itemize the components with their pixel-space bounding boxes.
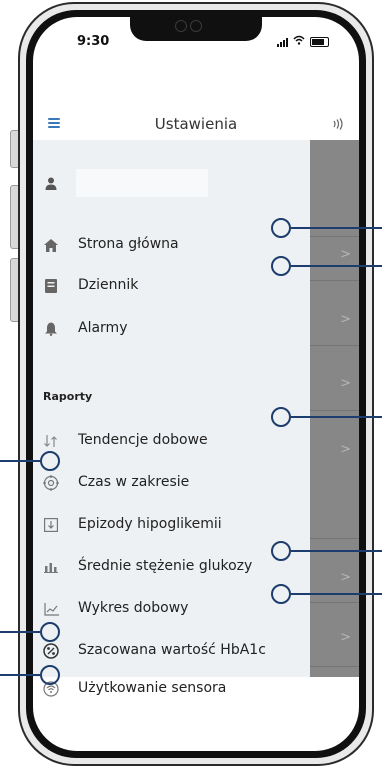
menu-item-daily-trends[interactable]: Tendencje dobowe xyxy=(33,426,310,456)
menu-item-sensor-usage-label: Użytkowanie sensora xyxy=(78,680,227,696)
home-icon xyxy=(43,237,59,253)
bell-icon xyxy=(43,321,59,337)
menu-item-time-in-range-label: Czas w zakresie xyxy=(78,474,190,490)
menu-item-daily-graph-label: Wykres dobowy xyxy=(78,600,189,616)
menu-item-estimated-hba1c[interactable]: Szacowana wartość HbA1c xyxy=(33,636,310,666)
logbook-icon xyxy=(43,278,59,294)
overlay-divider xyxy=(310,538,359,539)
user-name-field xyxy=(76,169,208,197)
camera-icon xyxy=(175,20,187,32)
chevron-right-icon: > xyxy=(340,570,351,585)
menu-item-alarms-label: Alarmy xyxy=(78,320,128,336)
menu-item-sensor-usage[interactable]: Użytkowanie sensora xyxy=(33,674,310,704)
callout-line xyxy=(291,593,382,595)
signal-icon xyxy=(277,37,288,47)
daily-trends-icon xyxy=(43,433,59,449)
callout-marker xyxy=(40,665,60,685)
menu-item-estimated-hba1c-label: Szacowana wartość HbA1c xyxy=(78,642,266,658)
menu-item-average-glucose-label: Średnie stężenie glukozy xyxy=(78,558,253,574)
nfc-scan-icon[interactable] xyxy=(331,118,345,133)
overlay-divider xyxy=(310,236,359,237)
menu-item-low-glucose-events-label: Epizody hipoglikemii xyxy=(78,516,222,532)
daily-graph-icon xyxy=(43,601,59,617)
callout-line xyxy=(291,265,382,267)
chevron-right-icon: > xyxy=(340,247,351,262)
menu-item-home-label: Strona główna xyxy=(78,236,179,252)
callout-line xyxy=(0,674,40,676)
callout-line xyxy=(0,460,40,462)
navigation-drawer: Strona główna Dziennik Alarmy Raporty Te… xyxy=(33,140,310,677)
menu-item-low-glucose-events[interactable]: Epizody hipoglikemii xyxy=(33,510,310,540)
menu-item-time-in-range[interactable]: Czas w zakresie xyxy=(33,468,310,498)
low-glucose-events-icon xyxy=(43,517,59,533)
sensor-icon xyxy=(190,20,202,32)
page-title: Ustawienia xyxy=(154,115,238,133)
battery-icon xyxy=(310,36,329,47)
menu-item-average-glucose[interactable]: Średnie stężenie glukozy xyxy=(33,552,310,582)
callout-line xyxy=(291,550,382,552)
callout-marker xyxy=(271,584,291,604)
chevron-right-icon: > xyxy=(340,442,351,457)
callout-line xyxy=(0,631,40,633)
callout-marker xyxy=(40,622,60,642)
chevron-right-icon: > xyxy=(340,630,351,645)
callout-marker xyxy=(271,541,291,561)
user-icon xyxy=(43,175,59,191)
menu-item-logbook-label: Dziennik xyxy=(78,277,139,293)
callout-line xyxy=(291,227,382,229)
status-time: 9:30 xyxy=(77,34,110,49)
callout-marker xyxy=(271,218,291,238)
scrim-overlay[interactable]: > > > > > > xyxy=(310,140,359,677)
overlay-divider xyxy=(310,602,359,603)
menu-item-alarms[interactable]: Alarmy xyxy=(33,314,310,344)
phone-screen: 9:30 Ustawienia Strona główna Dziennik A… xyxy=(33,17,359,751)
menu-item-logbook[interactable]: Dziennik xyxy=(33,271,310,301)
menu-item-home[interactable]: Strona główna xyxy=(33,230,310,260)
callout-marker xyxy=(271,407,291,427)
time-in-range-icon xyxy=(43,475,59,491)
section-reports-title: Raporty xyxy=(43,390,93,403)
menu-item-daily-graph[interactable]: Wykres dobowy xyxy=(33,594,310,624)
overlay-divider xyxy=(310,410,359,411)
overlay-divider xyxy=(310,666,359,667)
menu-item-daily-trends-label: Tendencje dobowe xyxy=(78,432,208,448)
callout-marker xyxy=(40,451,60,471)
percent-icon xyxy=(43,643,59,659)
chevron-right-icon: > xyxy=(340,312,351,327)
overlay-divider xyxy=(310,280,359,281)
app-bar: Ustawienia xyxy=(33,115,359,135)
average-glucose-icon xyxy=(43,559,59,575)
overlay-divider xyxy=(310,345,359,346)
notch xyxy=(130,17,262,41)
status-icons xyxy=(277,35,329,48)
wifi-icon xyxy=(293,35,305,48)
chevron-right-icon: > xyxy=(340,376,351,391)
callout-marker xyxy=(271,256,291,276)
callout-line xyxy=(291,416,382,418)
